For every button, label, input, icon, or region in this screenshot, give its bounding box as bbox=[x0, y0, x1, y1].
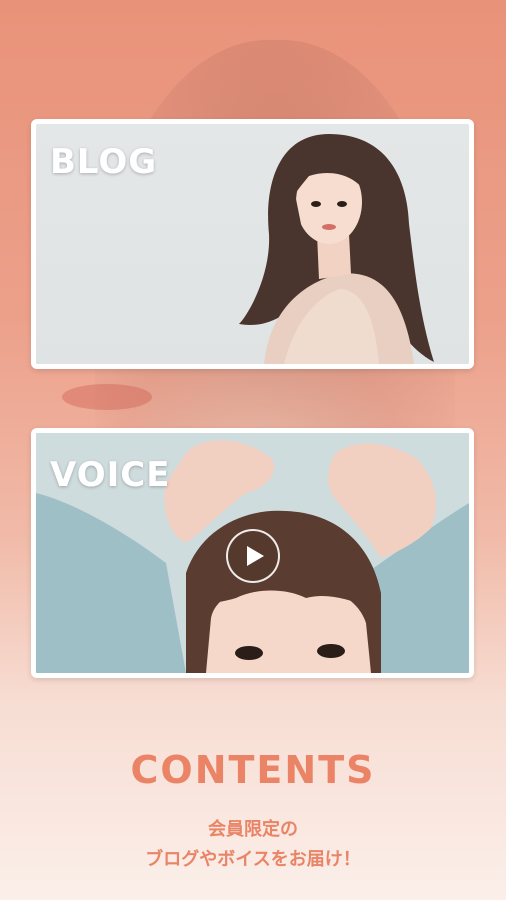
blog-title: BLOG bbox=[50, 142, 158, 182]
blog-card[interactable]: BLOG bbox=[31, 119, 474, 369]
contents-heading: CONTENTS bbox=[130, 748, 376, 792]
play-icon bbox=[247, 546, 264, 566]
play-button[interactable] bbox=[226, 529, 280, 583]
blog-photo bbox=[239, 134, 434, 364]
contents-description: 会員限定の ブログやボイスをお届け！ bbox=[0, 815, 506, 875]
voice-title: VOICE bbox=[50, 455, 171, 495]
contents-description-line1: 会員限定の bbox=[208, 819, 298, 840]
contents-description-line2: ブログやボイスをお届け！ bbox=[145, 849, 361, 870]
background-lips-shape bbox=[62, 384, 152, 410]
voice-card[interactable]: VOICE bbox=[31, 428, 474, 678]
